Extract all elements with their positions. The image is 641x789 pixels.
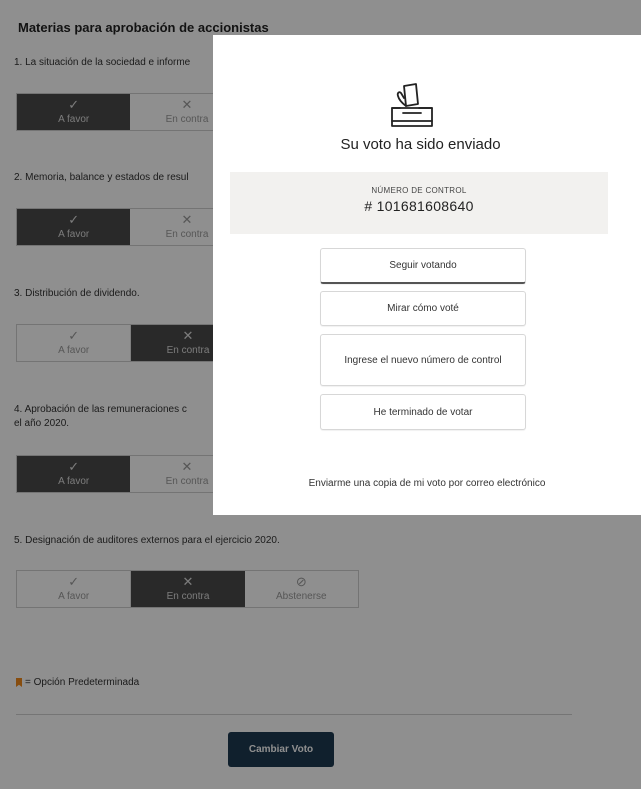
vote-submitted-dialog: Su voto ha sido enviado NÚMERO DE CONTRO…: [213, 35, 641, 515]
keep-voting-button[interactable]: Seguir votando: [320, 248, 526, 284]
email-copy-link[interactable]: Enviarme una copia de mi voto por correo…: [213, 478, 641, 489]
new-control-number-button[interactable]: Ingrese el nuevo número de control: [320, 334, 526, 386]
control-number-label: NÚMERO DE CONTROL: [371, 186, 467, 195]
finish-voting-button[interactable]: He terminado de votar: [320, 394, 526, 430]
ballot-box-icon: [391, 83, 433, 127]
control-number-box: NÚMERO DE CONTROL # 101681608640: [230, 172, 608, 234]
control-number-value: # 101681608640: [364, 198, 474, 214]
dialog-title: Su voto ha sido enviado: [340, 136, 501, 153]
see-vote-button[interactable]: Mirar cómo voté: [320, 291, 526, 326]
